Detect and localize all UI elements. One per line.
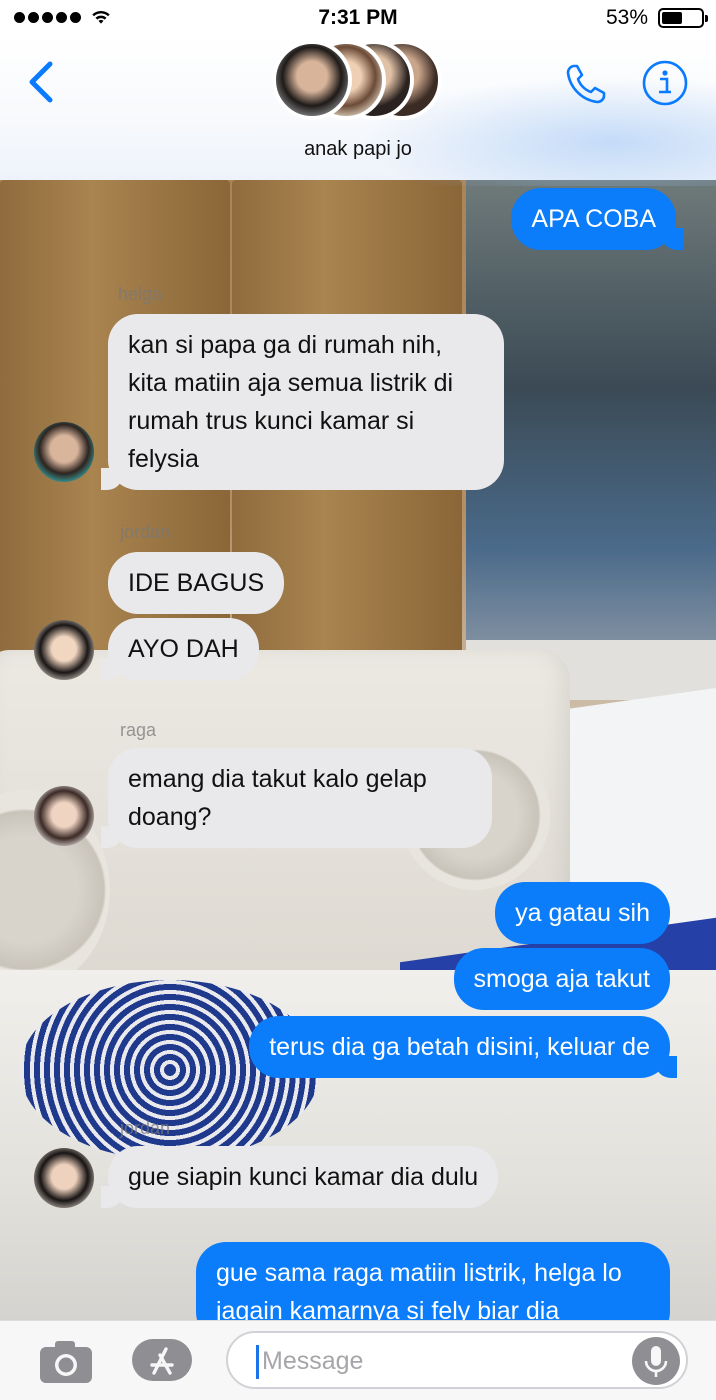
avatar: [34, 422, 94, 482]
message-input-bar: [0, 1320, 716, 1400]
group-avatars[interactable]: [272, 36, 452, 122]
message-bubble-outgoing[interactable]: gue sama raga matiin listrik, helga lo j…: [196, 1242, 670, 1320]
sender-name: raga: [120, 720, 157, 740]
message-bubble-outgoing[interactable]: terus dia ga betah disini, keluar de: [249, 1016, 677, 1078]
microphone-icon[interactable]: [632, 1337, 680, 1385]
avatar: [34, 1148, 94, 1208]
info-icon[interactable]: [640, 58, 690, 108]
sender-name: helga: [118, 284, 163, 304]
message-input[interactable]: [226, 1331, 688, 1389]
battery-icon: [658, 8, 708, 28]
message-bubble-outgoing[interactable]: smoga aja takut: [453, 948, 670, 1010]
phone-icon[interactable]: [562, 60, 610, 108]
avatar: [272, 40, 352, 120]
battery-percent: 53%: [605, 6, 648, 29]
message-bubble-outgoing[interactable]: ya gatau sih: [495, 882, 670, 944]
avatar: [34, 786, 94, 846]
message-text-field[interactable]: [262, 1341, 602, 1381]
message-bubble-incoming[interactable]: emang dia takut kalo gelap doang?: [101, 748, 492, 848]
message-list: APA COBA helga kan si papa ga di rumah n…: [0, 180, 716, 1320]
back-chevron-icon[interactable]: [22, 58, 62, 106]
status-bar: 7:31 PM 53%: [0, 0, 716, 36]
group-name[interactable]: anak papi jo: [0, 138, 716, 161]
message-bubble-incoming[interactable]: gue siapin kunci kamar dia dulu: [100, 1146, 499, 1208]
avatar: [34, 620, 94, 680]
message-bubble-outgoing[interactable]: APA COBA: [511, 188, 683, 250]
message-bubble-incoming[interactable]: kan si papa ga di rumah nih, kita matiin…: [101, 314, 504, 490]
camera-icon[interactable]: [38, 1339, 94, 1385]
conversation-header: anak papi jo: [0, 36, 716, 186]
sender-name: jordan: [120, 522, 171, 542]
message-bubble-incoming[interactable]: AYO DAH: [101, 618, 259, 680]
app-store-icon[interactable]: [130, 1335, 196, 1385]
sender-name: jordan: [120, 1118, 171, 1138]
message-bubble-incoming[interactable]: IDE BAGUS: [108, 552, 285, 614]
